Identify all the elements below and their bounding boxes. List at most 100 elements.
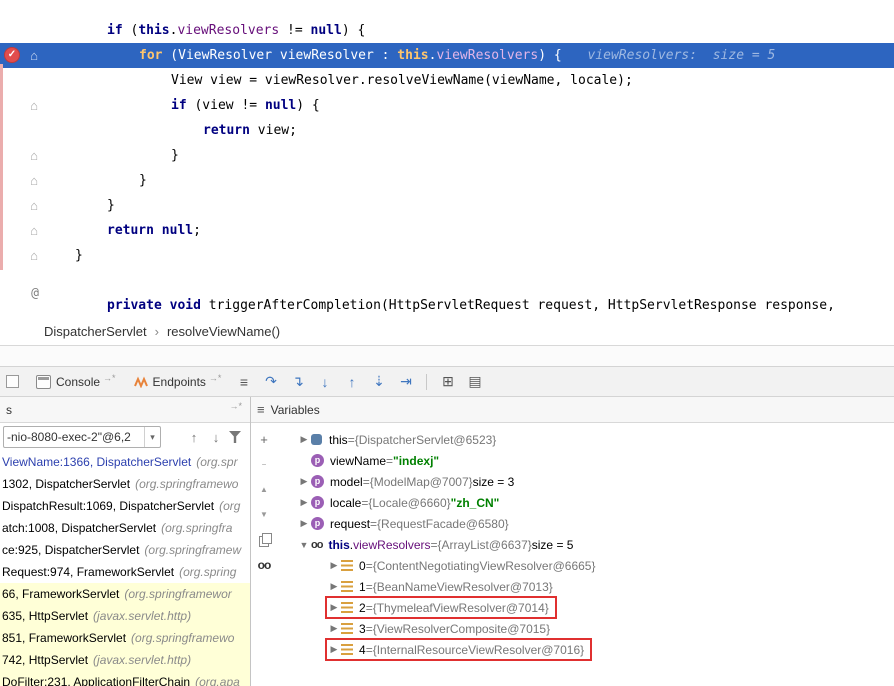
code-token: view;: [250, 123, 297, 138]
variable-row[interactable]: ▼oothis.viewResolvers = {ArrayList@6637}…: [277, 534, 894, 555]
frame-package: (org.spring: [179, 565, 236, 579]
equals-sign: =: [366, 559, 373, 573]
tab-label: Console: [56, 375, 100, 389]
view-as-grid-icon[interactable]: ⊞: [434, 373, 461, 390]
bookmark-flag-icon: ⌂: [26, 243, 42, 268]
frame-method: Request:974, FrameworkServlet: [2, 565, 174, 579]
stack-frame-row[interactable]: 66, FrameworkServlet(org.springframewor: [0, 583, 250, 605]
tab-endpoints[interactable]: Endpoints→*: [125, 367, 231, 396]
step-over-icon[interactable]: ↴: [284, 373, 311, 390]
variable-row[interactable]: ▶2 = {ThymeleafViewResolver@7014}: [277, 597, 894, 618]
stack-frame-row[interactable]: DoFilter:231, ApplicationFilterChain(org…: [0, 671, 250, 686]
equals-sign: =: [366, 643, 373, 657]
stack-frame-row[interactable]: ViewName:1366, DispatcherServlet(org.spr: [0, 451, 250, 473]
equals-sign: =: [348, 433, 355, 447]
frame-package: (org.springframewor: [124, 587, 231, 601]
window-icon[interactable]: [6, 375, 19, 388]
variable-size: size = 3: [473, 475, 515, 489]
frame-method: 851, FrameworkServlet: [2, 631, 126, 645]
code-editor[interactable]: if (this.viewResolvers != null) {for (Vi…: [0, 0, 894, 318]
variable-row[interactable]: ▶prequest = {RequestFacade@6580}: [277, 513, 894, 534]
variable-entry: ▶3 = {ViewResolverComposite@7015}: [327, 619, 556, 638]
code-line[interactable]: }: [0, 243, 894, 268]
parameter-icon: p: [311, 517, 324, 530]
variable-row[interactable]: ▶3 = {ViewResolverComposite@7015}: [277, 618, 894, 639]
code-line[interactable]: if (this.viewResolvers != null) {: [0, 18, 894, 43]
code-token: !=: [279, 23, 310, 38]
code-line[interactable]: return null;: [0, 218, 894, 243]
show-execution-point-icon[interactable]: ↷: [257, 373, 284, 390]
code-line[interactable]: private void triggerAfterCompletion(Http…: [0, 293, 894, 318]
code-token: ) {: [342, 23, 365, 38]
code-line[interactable]: [0, 268, 894, 293]
frame-package: (javax.servlet.http): [93, 609, 191, 623]
variables-toolbar: + − ▲ ▼ oo: [251, 423, 277, 686]
chevron-down-icon[interactable]: ▾: [144, 427, 160, 447]
expand-chevron-icon[interactable]: ▶: [297, 476, 311, 487]
stack-frame-row[interactable]: 635, HttpServlet(javax.servlet.http): [0, 605, 250, 627]
show-watches-icon[interactable]: oo: [258, 558, 271, 572]
stack-frame-row[interactable]: Request:974, FrameworkServlet (org.spring: [0, 561, 250, 583]
step-out-icon[interactable]: ↑: [338, 374, 365, 390]
breadcrumb-item[interactable]: DispatcherServlet: [44, 324, 147, 339]
stack-frame-row[interactable]: 851, FrameworkServlet(org.springframewo: [0, 627, 250, 649]
variable-name: 1: [359, 580, 366, 594]
expand-chevron-icon[interactable]: ▶: [327, 602, 341, 613]
stack-frame-row[interactable]: ce:925, DispatcherServlet(org.springfram…: [0, 539, 250, 561]
filter-icon[interactable]: [229, 431, 241, 443]
step-into-icon[interactable]: ↓: [311, 374, 338, 390]
variable-row[interactable]: pviewName = "indexj": [277, 450, 894, 471]
previous-frame-icon[interactable]: ↑: [183, 430, 205, 445]
run-to-cursor-icon[interactable]: ⇥: [392, 373, 419, 390]
variable-row[interactable]: ▶0 = {ContentNegotiatingViewResolver@666…: [277, 555, 894, 576]
frame-package: (org.springframewo: [135, 477, 238, 491]
variable-entry: ▶1 = {BeanNameViewResolver@7013}: [327, 577, 559, 596]
code-line[interactable]: if (view != null) {: [0, 93, 894, 118]
code-line[interactable]: for (ViewResolver viewResolver : this.vi…: [0, 43, 894, 68]
variable-value: {RequestFacade@6580}: [377, 517, 509, 531]
settings-menu-icon[interactable]: ≡: [230, 374, 257, 390]
expand-chevron-icon[interactable]: ▶: [297, 434, 311, 445]
remove-watch-icon[interactable]: −: [262, 458, 267, 472]
next-frame-icon[interactable]: ↓: [205, 430, 227, 445]
expand-chevron-icon[interactable]: ▶: [297, 497, 311, 508]
code-token: View view = viewResolver.resolveViewName…: [171, 73, 633, 88]
pin-icon: →*: [209, 373, 222, 383]
hamburger-icon[interactable]: ≡: [257, 402, 265, 417]
thread-selector[interactable]: -nio-8080-exec-2"@6,2 ▾: [3, 426, 161, 448]
expand-chevron-icon[interactable]: ▶: [327, 560, 341, 571]
expand-chevron-icon[interactable]: ▶: [327, 623, 341, 634]
variable-name: locale: [330, 496, 361, 510]
stack-frame-row[interactable]: 1302, DispatcherServlet(org.springframew…: [0, 473, 250, 495]
code-line[interactable]: View view = viewResolver.resolveViewName…: [0, 68, 894, 93]
breakpoint-icon[interactable]: ✓: [4, 47, 20, 63]
code-line[interactable]: }: [0, 143, 894, 168]
drop-frame-icon[interactable]: ⇣: [365, 373, 392, 390]
expand-chevron-icon[interactable]: ▶: [327, 644, 341, 655]
variable-row[interactable]: ▶pmodel = {ModelMap@7007} size = 3: [277, 471, 894, 492]
code-line[interactable]: }: [0, 168, 894, 193]
stack-frame-row[interactable]: atch:1008, DispatcherServlet(org.springf…: [0, 517, 250, 539]
add-watch-icon[interactable]: +: [260, 433, 268, 447]
stack-frame-row[interactable]: 742, HttpServlet(javax.servlet.http): [0, 649, 250, 671]
frames-panel: s →* -nio-8080-exec-2"@6,2 ▾ ↑ ↓ ViewNam…: [0, 397, 251, 686]
stack-frame-row[interactable]: DispatchResult:1069, DispatcherServlet(o…: [0, 495, 250, 517]
code-line[interactable]: }: [0, 193, 894, 218]
copy-value-icon[interactable]: [259, 536, 269, 547]
tab-console[interactable]: Console→*: [27, 367, 125, 396]
variable-row[interactable]: ▶plocale = {Locale@6660} "zh_CN": [277, 492, 894, 513]
annotation-highlight-box: ▶4 = {InternalResourceViewResolver@7016}: [327, 640, 590, 659]
code-line[interactable]: return view;: [0, 118, 894, 143]
variable-row[interactable]: ▶4 = {InternalResourceViewResolver@7016}: [277, 639, 894, 660]
move-watch-down-icon[interactable]: ▼: [260, 508, 268, 522]
array-item-icon: [341, 602, 353, 613]
move-watch-up-icon[interactable]: ▲: [260, 483, 268, 497]
expand-chevron-icon[interactable]: ▶: [327, 581, 341, 592]
pin-icon[interactable]: →*: [229, 401, 242, 411]
variable-row[interactable]: ▶1 = {BeanNameViewResolver@7013}: [277, 576, 894, 597]
expand-chevron-icon[interactable]: ▼: [297, 540, 311, 550]
expand-chevron-icon[interactable]: ▶: [297, 518, 311, 529]
breadcrumb-item[interactable]: resolveViewName(): [167, 324, 280, 339]
variable-row[interactable]: ▶this = {DispatcherServlet@6523}: [277, 429, 894, 450]
layout-settings-icon[interactable]: ▤: [461, 373, 488, 390]
